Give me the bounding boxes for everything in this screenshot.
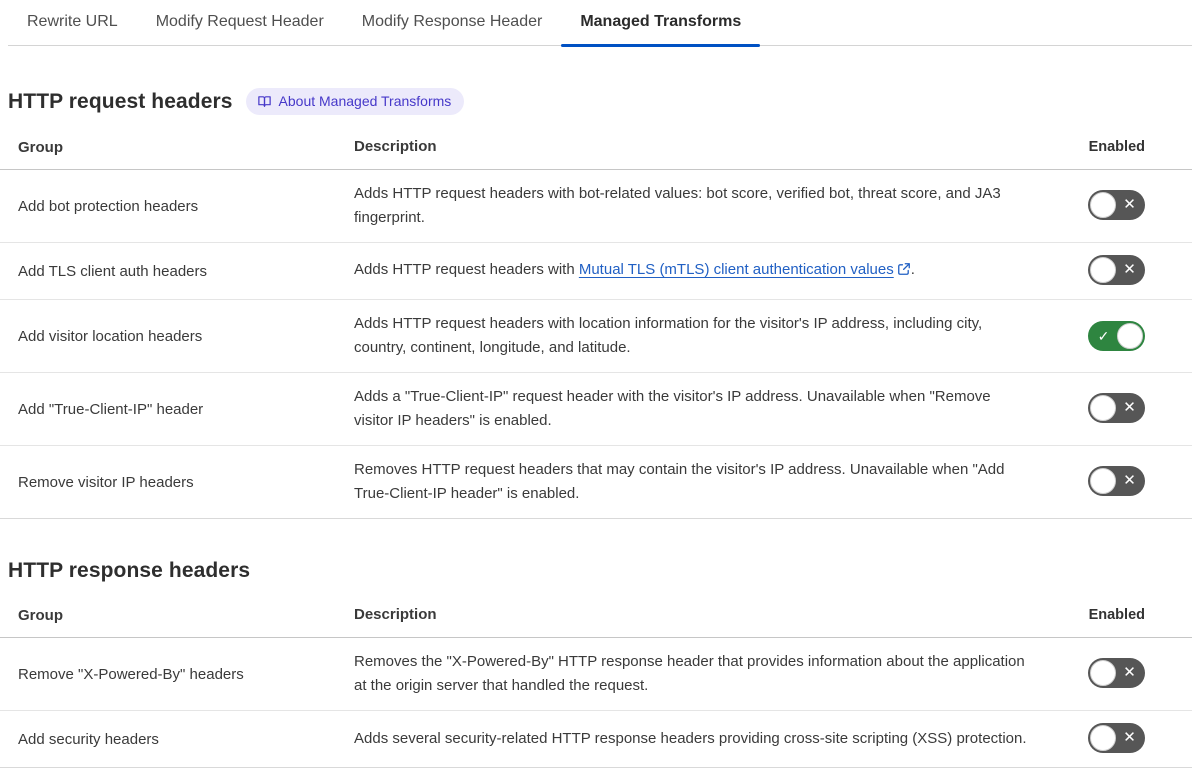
tab-managed-transforms[interactable]: Managed Transforms — [561, 0, 761, 47]
page-title: HTTP request headers — [8, 89, 233, 113]
group-name: Add TLS client auth headers — [18, 262, 208, 280]
table-row: Remove "X-Powered-By" headers Removes the… — [0, 638, 1192, 711]
toggle-cell: ✕ — [1088, 393, 1192, 425]
table-row: Add bot protection headers Adds HTTP requ… — [0, 170, 1192, 243]
column-header-enabled: Enabled — [1088, 607, 1145, 623]
toggle-cell: ✕ — [1088, 190, 1192, 222]
toggle-add-visitor-location-headers[interactable]: ✓ — [1088, 321, 1145, 351]
toggle-cell: ✕ — [1088, 723, 1192, 755]
toggle-cell: ✕ — [1088, 658, 1192, 690]
toggle-knob — [1090, 725, 1116, 751]
book-icon — [257, 94, 272, 109]
toggle-add-security-headers[interactable]: ✕ — [1088, 723, 1145, 753]
group-description: Adds HTTP request headers with bot-relat… — [354, 185, 1001, 226]
request-headers-section-header: HTTP request headers About Managed Trans… — [8, 88, 1200, 115]
group-name: Remove visitor IP headers — [18, 473, 194, 491]
table-row: Add security headers Adds several securit… — [0, 711, 1192, 768]
group-description: Adds a "True-Client-IP" request header w… — [354, 388, 991, 429]
response-headers-table: Group Description Enabled Remove "X-Powe… — [0, 598, 1192, 768]
mtls-doc-link[interactable]: Mutual TLS (mTLS) client authentication … — [579, 261, 894, 278]
toggle-knob — [1117, 323, 1143, 349]
column-header-description: Description — [354, 606, 437, 623]
tab-bar: Rewrite URL Modify Request Header Modify R… — [8, 0, 1192, 47]
toggle-add-bot-protection-headers[interactable]: ✕ — [1088, 190, 1145, 220]
toggle-knob — [1090, 395, 1116, 421]
section-title: HTTP response headers — [8, 559, 251, 582]
toggle-knob — [1090, 192, 1116, 218]
x-icon: ✕ — [1123, 196, 1136, 213]
column-header-description: Description — [354, 138, 437, 155]
group-name: Remove "X-Powered-By" headers — [18, 665, 244, 683]
x-icon: ✕ — [1123, 261, 1136, 278]
table-row: Remove visitor IP headers Removes HTTP re… — [0, 446, 1192, 519]
description-text: . — [910, 261, 915, 278]
group-description: Adds several security-related HTTP respo… — [354, 730, 1027, 747]
group-description: Adds HTTP request headers with Mutual TL… — [354, 258, 1048, 284]
toggle-remove-x-powered-by-headers[interactable]: ✕ — [1088, 658, 1145, 688]
column-header-group: Group — [18, 606, 63, 624]
x-icon: ✕ — [1123, 664, 1136, 681]
about-managed-transforms-link[interactable]: About Managed Transforms — [245, 88, 465, 115]
table-row: Add visitor location headers Adds HTTP re… — [0, 300, 1192, 373]
x-icon: ✕ — [1123, 399, 1136, 416]
x-icon: ✕ — [1123, 729, 1136, 746]
request-headers-table: Group Description Enabled Add bot protec… — [0, 130, 1192, 519]
toggle-cell: ✓ — [1088, 321, 1192, 351]
group-name: Add visitor location headers — [18, 327, 203, 345]
table-header-row: Group Description Enabled — [0, 130, 1192, 170]
group-description: Removes HTTP request headers that may co… — [354, 461, 1005, 502]
toggle-cell: ✕ — [1088, 466, 1192, 498]
check-icon: ✓ — [1097, 328, 1110, 344]
tab-modify-request-header[interactable]: Modify Request Header — [137, 0, 343, 45]
group-name: Add "True-Client-IP" header — [18, 400, 204, 418]
group-name: Add security headers — [18, 730, 159, 748]
tab-modify-response-header[interactable]: Modify Response Header — [343, 0, 562, 45]
table-row: Add TLS client auth headers Adds HTTP req… — [0, 243, 1192, 300]
x-icon: ✕ — [1123, 472, 1136, 489]
column-header-group: Group — [18, 138, 63, 156]
toggle-knob — [1090, 660, 1116, 686]
external-link-icon[interactable] — [897, 260, 911, 284]
table-row: Add "True-Client-IP" header Adds a "True-… — [0, 373, 1192, 446]
badge-label: About Managed Transforms — [278, 93, 452, 109]
toggle-knob — [1090, 257, 1116, 283]
tab-rewrite-url[interactable]: Rewrite URL — [8, 0, 137, 45]
toggle-add-tls-client-auth-headers[interactable]: ✕ — [1088, 255, 1145, 285]
column-header-enabled: Enabled — [1088, 139, 1145, 155]
table-header-row: Group Description Enabled — [0, 598, 1192, 638]
description-text: Adds HTTP request headers with — [354, 261, 579, 278]
group-description: Adds HTTP request headers with location … — [354, 315, 983, 356]
group-name: Add bot protection headers — [18, 197, 199, 215]
response-headers-section-header: HTTP response headers — [8, 559, 1200, 583]
group-description: Removes the "X-Powered-By" HTTP response… — [354, 653, 1025, 694]
toggle-add-true-client-ip-header[interactable]: ✕ — [1088, 393, 1145, 423]
toggle-remove-visitor-ip-headers[interactable]: ✕ — [1088, 466, 1145, 496]
toggle-cell: ✕ — [1088, 255, 1192, 287]
toggle-knob — [1090, 468, 1116, 494]
